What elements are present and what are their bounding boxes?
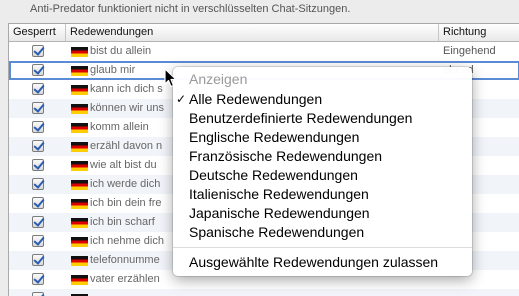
menu-item-german-phrases[interactable]: Deutsche Redewendungen (173, 166, 472, 185)
menu-separator (173, 247, 472, 248)
mouse-pointer-icon (164, 68, 177, 88)
german-flag-icon (71, 199, 88, 209)
blocked-checkbox[interactable] (32, 121, 44, 133)
german-flag-icon (71, 47, 88, 57)
german-flag-icon (71, 218, 88, 228)
menu-item-label: Französische Redewendungen (189, 148, 383, 164)
blocked-checkbox[interactable] (32, 159, 44, 171)
phrase-text: bist du allein (90, 45, 152, 57)
german-flag-icon (71, 66, 88, 76)
menu-item-italian-phrases[interactable]: Italienische Redewendungen (173, 185, 472, 204)
menu-item-label: Japanische Redewendungen (189, 205, 370, 221)
menu-item-english-phrases[interactable]: Englische Redewendungen (173, 128, 472, 147)
table-header: Gesperrt Redewendungen Richtung (9, 24, 519, 42)
phrase-text: können wir uns (90, 102, 164, 114)
phrase-text: telefonnumme (90, 254, 160, 266)
menu-item-custom-phrases[interactable]: Benutzerdefinierte Redewendungen (173, 109, 472, 128)
phrase-text: wie alt bist du (90, 159, 157, 171)
column-header-direction[interactable]: Richtung (439, 24, 519, 41)
blocked-checkbox[interactable] (32, 254, 44, 266)
encryption-notice: Anti-Predator funktioniert nicht in vers… (30, 3, 351, 15)
phrase-text: glaub mir (90, 64, 136, 76)
menu-item-label: Italienische Redewendungen (189, 186, 369, 202)
view-filter-menu: Anzeigen ✓ Alle Redewendungen Benutzerde… (173, 67, 472, 276)
phrase-text: ich werde dich (90, 178, 161, 190)
blocked-checkbox[interactable] (32, 273, 44, 285)
phrase-text: ich bin dein fre (90, 197, 162, 209)
blocked-checkbox[interactable] (32, 140, 44, 152)
menu-item-spanish-phrases[interactable]: Spanische Redewendungen (173, 223, 472, 242)
german-flag-icon (71, 256, 88, 266)
menu-item-label: Alle Redewendungen (189, 91, 323, 107)
phrase-text: ich nehme dich (90, 235, 164, 247)
german-flag-icon (71, 161, 88, 171)
direction-text: Eingehend (443, 45, 496, 57)
phrase-text: vater erzählen (90, 273, 160, 285)
table-row[interactable]: bist du allein Eingehend (9, 42, 519, 61)
column-header-blocked[interactable]: Gesperrt (9, 24, 66, 41)
menu-item-french-phrases[interactable]: Französische Redewendungen (173, 147, 472, 166)
phrase-text: erzähl davon n (90, 140, 163, 152)
phrase-text: ich bin scharf (90, 216, 155, 228)
blocked-checkbox[interactable] (32, 235, 44, 247)
phrase-text: komm allein (90, 121, 149, 133)
blocked-checkbox[interactable] (32, 45, 44, 57)
checkmark-icon: ✓ (176, 92, 187, 106)
blocked-checkbox[interactable] (32, 216, 44, 228)
blocked-checkbox[interactable] (32, 102, 44, 114)
blocked-checkbox[interactable] (32, 83, 44, 95)
german-flag-icon (71, 123, 88, 133)
column-header-phrases[interactable]: Redewendungen (66, 24, 439, 41)
menu-header-anzeigen: Anzeigen (189, 71, 248, 87)
blocked-checkbox[interactable] (32, 178, 44, 190)
menu-item-label: Deutsche Redewendungen (189, 167, 358, 183)
allow-selected-phrases-item[interactable]: Ausgewählte Redewendungen zulassen (173, 253, 472, 272)
blocked-checkbox[interactable] (32, 64, 44, 76)
german-flag-icon (71, 85, 88, 95)
menu-item-all-phrases[interactable]: ✓ Alle Redewendungen (173, 90, 472, 109)
blocked-checkbox[interactable] (32, 197, 44, 209)
german-flag-icon (71, 237, 88, 247)
menu-item-label: Spanische Redewendungen (189, 224, 365, 240)
german-flag-icon (71, 180, 88, 190)
blocked-checkbox[interactable] (32, 292, 44, 296)
phrase-text: kann ich dich s (90, 83, 163, 95)
menu-item-japanese-phrases[interactable]: Japanische Redewendungen (173, 204, 472, 223)
german-flag-icon (71, 275, 88, 285)
menu-item-label: Englische Redewendungen (189, 129, 360, 145)
german-flag-icon (71, 104, 88, 114)
german-flag-icon (71, 142, 88, 152)
menu-item-label: Benutzerdefinierte Redewendungen (189, 110, 413, 126)
